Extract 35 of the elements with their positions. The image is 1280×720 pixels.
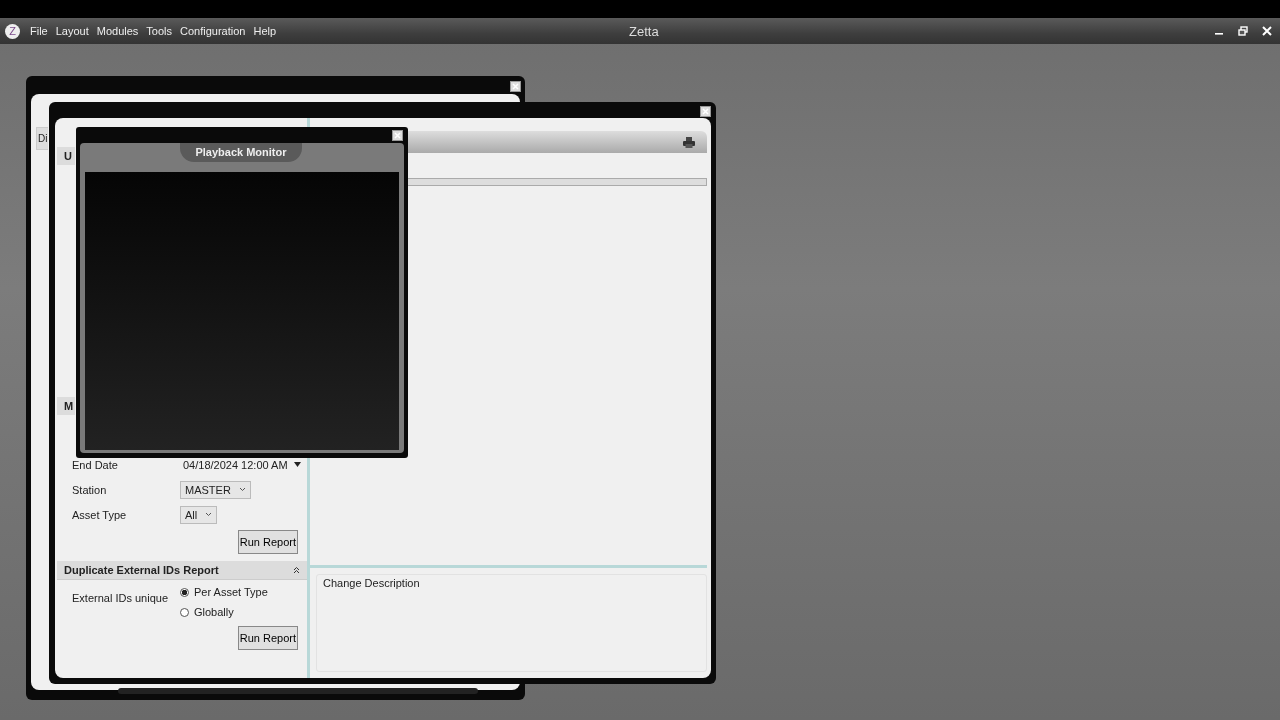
menu-item[interactable]: Configuration	[176, 25, 250, 37]
dropdown[interactable]: All	[180, 505, 218, 524]
app-title: Zetta	[629, 24, 659, 39]
field-label: Station	[72, 483, 108, 496]
menu-item[interactable]: Help	[249, 25, 281, 37]
chevron-down-icon	[238, 487, 246, 492]
app-logo[interactable]: Z	[5, 23, 20, 39]
restore-icon[interactable]	[1238, 26, 1248, 36]
section-header[interactable]: M	[57, 397, 75, 415]
chevron-down-icon	[205, 512, 213, 517]
field-label: Asset Type	[72, 508, 128, 521]
run-report-button[interactable]: Run Report	[237, 626, 298, 650]
menu-item[interactable]: Tools	[142, 25, 177, 37]
radio-option[interactable]: Globally	[180, 606, 268, 618]
run-report-button[interactable]: Run Report	[237, 530, 298, 554]
section-title: Duplicate External IDs Report	[64, 564, 219, 576]
date-picker[interactable]: 04/18/2024 12:00 AM	[180, 458, 304, 471]
group-title: Change Description	[323, 577, 420, 589]
collapse-icon[interactable]	[293, 566, 300, 574]
radio-button[interactable]	[180, 587, 189, 597]
tab[interactable]: Di	[36, 127, 48, 150]
section-header[interactable]: Duplicate External IDs Report	[57, 561, 307, 580]
printer-icon[interactable]	[683, 136, 695, 148]
section-header[interactable]: U	[57, 147, 75, 165]
field-label: External IDs unique	[72, 591, 169, 606]
menu-item[interactable]: File	[26, 25, 52, 37]
dropdown-arrow-icon	[293, 462, 301, 467]
radio-button[interactable]	[180, 607, 189, 617]
menu-item[interactable]: Layout	[51, 25, 93, 37]
window-title: Playback Monitor	[180, 143, 302, 162]
menu-item[interactable]: Modules	[92, 25, 143, 37]
field-label: End Date	[72, 458, 119, 471]
radio-option[interactable]: Per Asset Type	[180, 586, 268, 598]
dropdown[interactable]: MASTER	[180, 480, 251, 499]
scrollbar[interactable]	[118, 688, 478, 694]
